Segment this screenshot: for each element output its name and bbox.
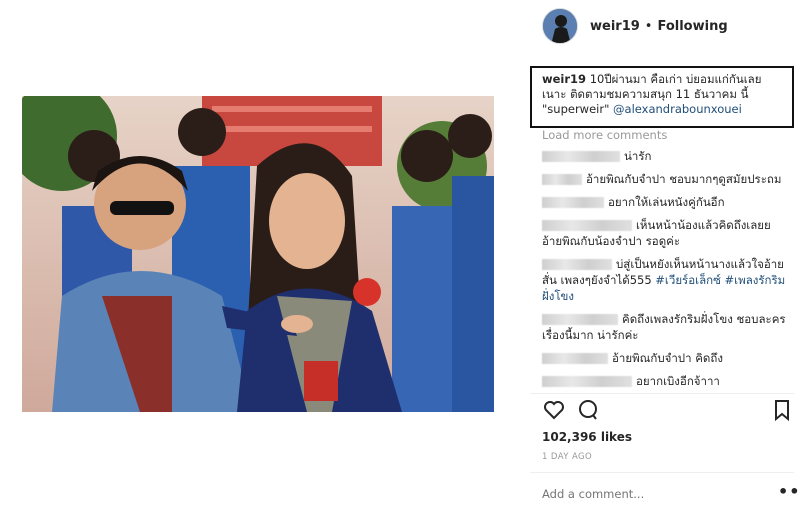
more-options-button[interactable]: •••	[778, 482, 800, 501]
avatar-image	[543, 9, 577, 43]
blurred-username	[542, 151, 620, 162]
blurred-username	[542, 314, 618, 325]
comment-item: อ้ายพิณกับจำปา ชอบมากๆดูสมัยประถม	[542, 171, 792, 187]
post-timestamp: 1 DAY AGO	[542, 452, 593, 462]
avatar[interactable]	[542, 8, 578, 44]
add-comment-input[interactable]	[542, 487, 742, 501]
separator-dot: •	[644, 18, 653, 34]
comment-item: อยากให้เล่นหนังคู่กันอีก	[542, 194, 792, 210]
comment-text: อ้ายพิณกับจำปา ชอบมากๆดูสมัยประถม	[586, 172, 782, 186]
photo-illustration	[22, 96, 494, 412]
comment-text: อยากให้เล่นหนังคู่กันอีก	[608, 195, 725, 209]
divider	[530, 393, 794, 394]
blurred-username	[542, 259, 612, 270]
blurred-username	[542, 353, 608, 364]
username-link[interactable]: weir19	[590, 19, 640, 34]
comment-item: บ่สู่เป็นหยังเห็นหน้านางแล้วใจอ้ายสั่น เ…	[542, 256, 792, 304]
comment-icon[interactable]	[576, 398, 600, 422]
blurred-username	[542, 376, 632, 387]
caption-username[interactable]: weir19	[542, 72, 586, 86]
comment-item: อ้ายพิณกับจำปา คิดถึง	[542, 350, 792, 366]
blurred-username	[542, 197, 604, 208]
comment-item: คิดถึงเพลงรักริมฝั่งโขง ชอบละครเรื่องนี้…	[542, 311, 792, 343]
bookmark-icon[interactable]	[770, 398, 794, 422]
comment-item: น่ารัก	[542, 148, 792, 164]
post-sidebar: weir19 • Following weir19 10ปีผ่านมา คือ…	[530, 0, 800, 510]
post-caption: weir19 10ปีผ่านมา คือเก่า บ่ยอมแก่กันเลย…	[530, 66, 794, 128]
comment-text: อยากเบิงอีกจ้าาา	[636, 374, 720, 388]
heart-icon[interactable]	[542, 398, 566, 422]
comment-item: เห็นหน้าน้องแล้วคิดถึงเลยย อ้ายพิณกับน้อ…	[542, 217, 792, 249]
action-bar	[540, 398, 794, 422]
divider	[530, 472, 794, 473]
comments-list: น่ารัก อ้ายพิณกับจำปา ชอบมากๆดูสมัยประถม…	[542, 148, 792, 396]
blurred-username	[542, 174, 582, 185]
post-photo[interactable]	[22, 96, 494, 412]
post-header: weir19 • Following	[542, 8, 728, 44]
blurred-username	[542, 220, 632, 231]
like-count[interactable]: 102,396 likes	[542, 430, 632, 444]
caption-mention-link[interactable]: @alexandrabounxouei	[613, 102, 742, 116]
comment-text: น่ารัก	[624, 149, 652, 163]
load-more-comments-link[interactable]: Load more comments	[542, 128, 667, 142]
following-button[interactable]: Following	[657, 19, 727, 34]
comment-item: อยากเบิงอีกจ้าาา	[542, 373, 792, 389]
comment-text: อ้ายพิณกับจำปา คิดถึง	[612, 351, 723, 365]
